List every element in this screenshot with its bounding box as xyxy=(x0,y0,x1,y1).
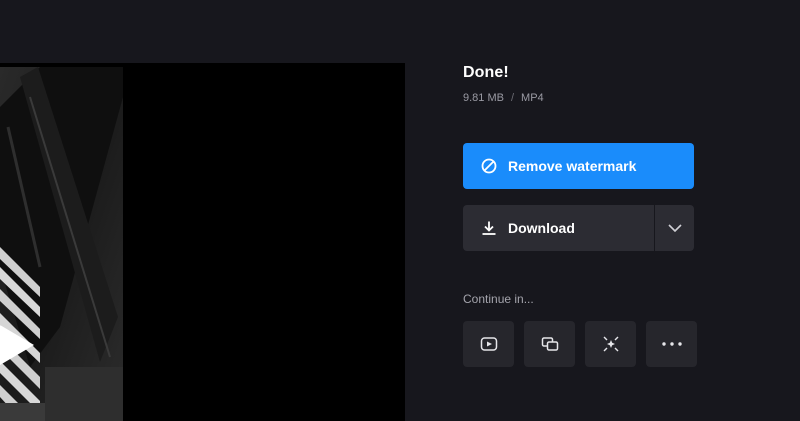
play-icon[interactable] xyxy=(0,325,34,365)
remove-watermark-label: Remove watermark xyxy=(508,158,637,174)
video-preview[interactable] xyxy=(0,63,405,421)
file-meta: 9.81 MB / MP4 xyxy=(463,92,544,104)
download-icon xyxy=(481,220,497,236)
download-split-button: Download xyxy=(463,205,694,251)
video-thumbnail xyxy=(0,67,123,421)
chevron-down-icon xyxy=(667,224,682,232)
sparkle-compress-icon xyxy=(602,335,620,353)
status-title: Done! xyxy=(463,64,509,81)
app-tile-frames[interactable] xyxy=(524,321,575,367)
more-dots-icon xyxy=(661,342,682,346)
download-label: Download xyxy=(508,220,575,236)
continue-in-label: Continue in... xyxy=(463,292,534,306)
no-watermark-icon xyxy=(481,158,497,174)
remove-watermark-button[interactable]: Remove watermark xyxy=(463,143,694,189)
continue-in-apps xyxy=(463,321,697,367)
stacked-frames-icon xyxy=(541,336,559,352)
app-tile-enhance[interactable] xyxy=(585,321,636,367)
play-square-icon xyxy=(480,336,498,352)
app-tile-video[interactable] xyxy=(463,321,514,367)
app-tile-more[interactable] xyxy=(646,321,697,367)
file-size: 9.81 MB xyxy=(463,92,504,104)
download-options-button[interactable] xyxy=(655,205,694,251)
meta-separator: / xyxy=(510,92,515,104)
download-button[interactable]: Download xyxy=(463,205,654,251)
file-format: MP4 xyxy=(521,92,544,104)
